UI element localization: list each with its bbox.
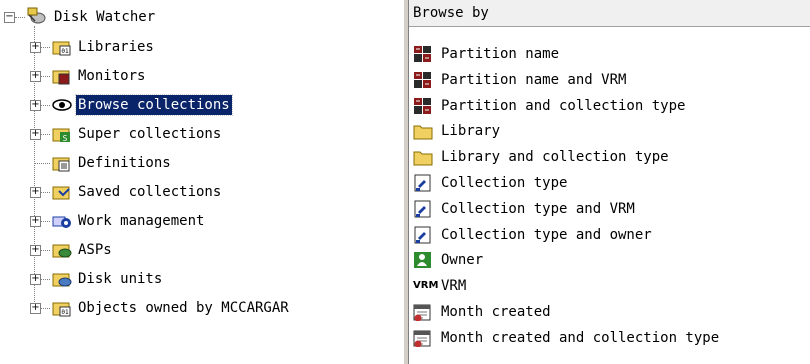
expand-toggle[interactable]: + <box>30 245 41 256</box>
disk-watcher-icon <box>27 7 46 24</box>
monitors-icon <box>52 70 70 85</box>
tree-item-label: Disk units <box>78 271 163 287</box>
asps-icon <box>52 244 72 258</box>
collection-type-icon <box>414 174 431 192</box>
vrm-icon: VRM <box>413 280 439 292</box>
expand-toggle[interactable]: + <box>30 303 41 314</box>
browse-by-label: Owner <box>441 252 484 269</box>
tree-item[interactable]: + ASPs <box>0 239 404 263</box>
partition-icon <box>414 97 431 114</box>
svg-text:01: 01 <box>61 48 69 55</box>
tree-root[interactable]: − Disk Watcher <box>0 7 404 31</box>
tree-item-label: Super collections <box>78 126 222 142</box>
folder-icon <box>413 151 433 166</box>
tree-item-label: Browse collections <box>75 94 233 116</box>
browse-by-label: VRM <box>441 278 467 295</box>
navigation-tree: − Disk Watcher +01 Libraries + Monitors + Bro… <box>0 0 405 364</box>
tree-root-label: Disk Watcher <box>54 9 156 25</box>
super-collections-icon: S <box>52 128 70 143</box>
browse-by-label: Library and collection type <box>441 149 669 166</box>
expand-toggle[interactable]: + <box>30 100 41 111</box>
calendar-icon <box>413 330 431 347</box>
column-header[interactable]: Browse by <box>409 0 810 27</box>
saved-collections-icon <box>52 186 70 200</box>
browse-pane: Browse by Partition name Partition name a… <box>409 0 810 364</box>
collection-type-icon <box>414 200 431 218</box>
expand-toggle[interactable]: + <box>30 216 41 227</box>
definitions-icon <box>52 157 70 172</box>
tree-item-label: ASPs <box>78 242 112 258</box>
partition-icon <box>414 46 431 62</box>
browse-by-label: Partition name and VRM <box>441 71 627 88</box>
collection-type-icon <box>414 226 431 244</box>
expand-toggle[interactable]: + <box>30 274 41 285</box>
browse-by-label: Partition name <box>441 46 560 62</box>
tree-item[interactable]: + Disk units <box>0 268 404 292</box>
eye-icon <box>52 99 72 111</box>
tree-item-label: Monitors <box>78 68 146 84</box>
folder-icon <box>413 125 433 140</box>
tree-item[interactable]: + Work management <box>0 210 404 234</box>
tree-item[interactable]: + Monitors <box>0 65 404 89</box>
tree-item-label: Objects owned by MCCARGAR <box>78 300 289 316</box>
expand-toggle[interactable]: + <box>30 42 41 53</box>
expand-toggle[interactable]: + <box>30 187 41 198</box>
tree-item-label: Definitions <box>78 155 171 171</box>
svg-text:01: 01 <box>61 309 69 316</box>
expand-toggle[interactable]: + <box>30 129 41 140</box>
tree-item[interactable]: +01 Libraries <box>0 36 404 60</box>
browse-by-label: Library <box>441 123 501 140</box>
tree-item-label: Work management <box>78 213 205 229</box>
browse-by-label: Collection type <box>441 175 568 191</box>
tree-item[interactable]: +01 Objects owned by MCCARGAR <box>0 297 404 321</box>
browse-by-label: Month created <box>441 304 551 320</box>
tree-item[interactable]: + Browse collections <box>0 94 404 118</box>
partition-icon <box>414 71 431 88</box>
tree-item[interactable]: Definitions <box>0 152 404 176</box>
expand-toggle[interactable]: + <box>30 71 41 82</box>
tree-item-label: Libraries <box>78 39 154 55</box>
browse-by-label: Partition and collection type <box>441 97 686 114</box>
tree-item-label: Saved collections <box>78 184 222 200</box>
objects-owned-icon: 01 <box>52 302 71 317</box>
collapse-toggle[interactable]: − <box>4 12 15 23</box>
tree-item[interactable]: + Saved collections <box>0 181 404 205</box>
svg-text:S: S <box>63 134 68 143</box>
libraries-icon: 01 <box>52 41 71 56</box>
browse-by-label: Month created and collection type <box>441 329 720 346</box>
calendar-icon <box>413 304 431 321</box>
tree-item[interactable]: + S Super collections <box>0 123 404 147</box>
owner-icon <box>414 252 431 269</box>
work-management-icon <box>52 216 71 228</box>
browse-by-label: Collection type and owner <box>441 226 652 243</box>
browse-by-label: Collection type and VRM <box>441 200 635 217</box>
disk-units-icon <box>52 273 72 287</box>
